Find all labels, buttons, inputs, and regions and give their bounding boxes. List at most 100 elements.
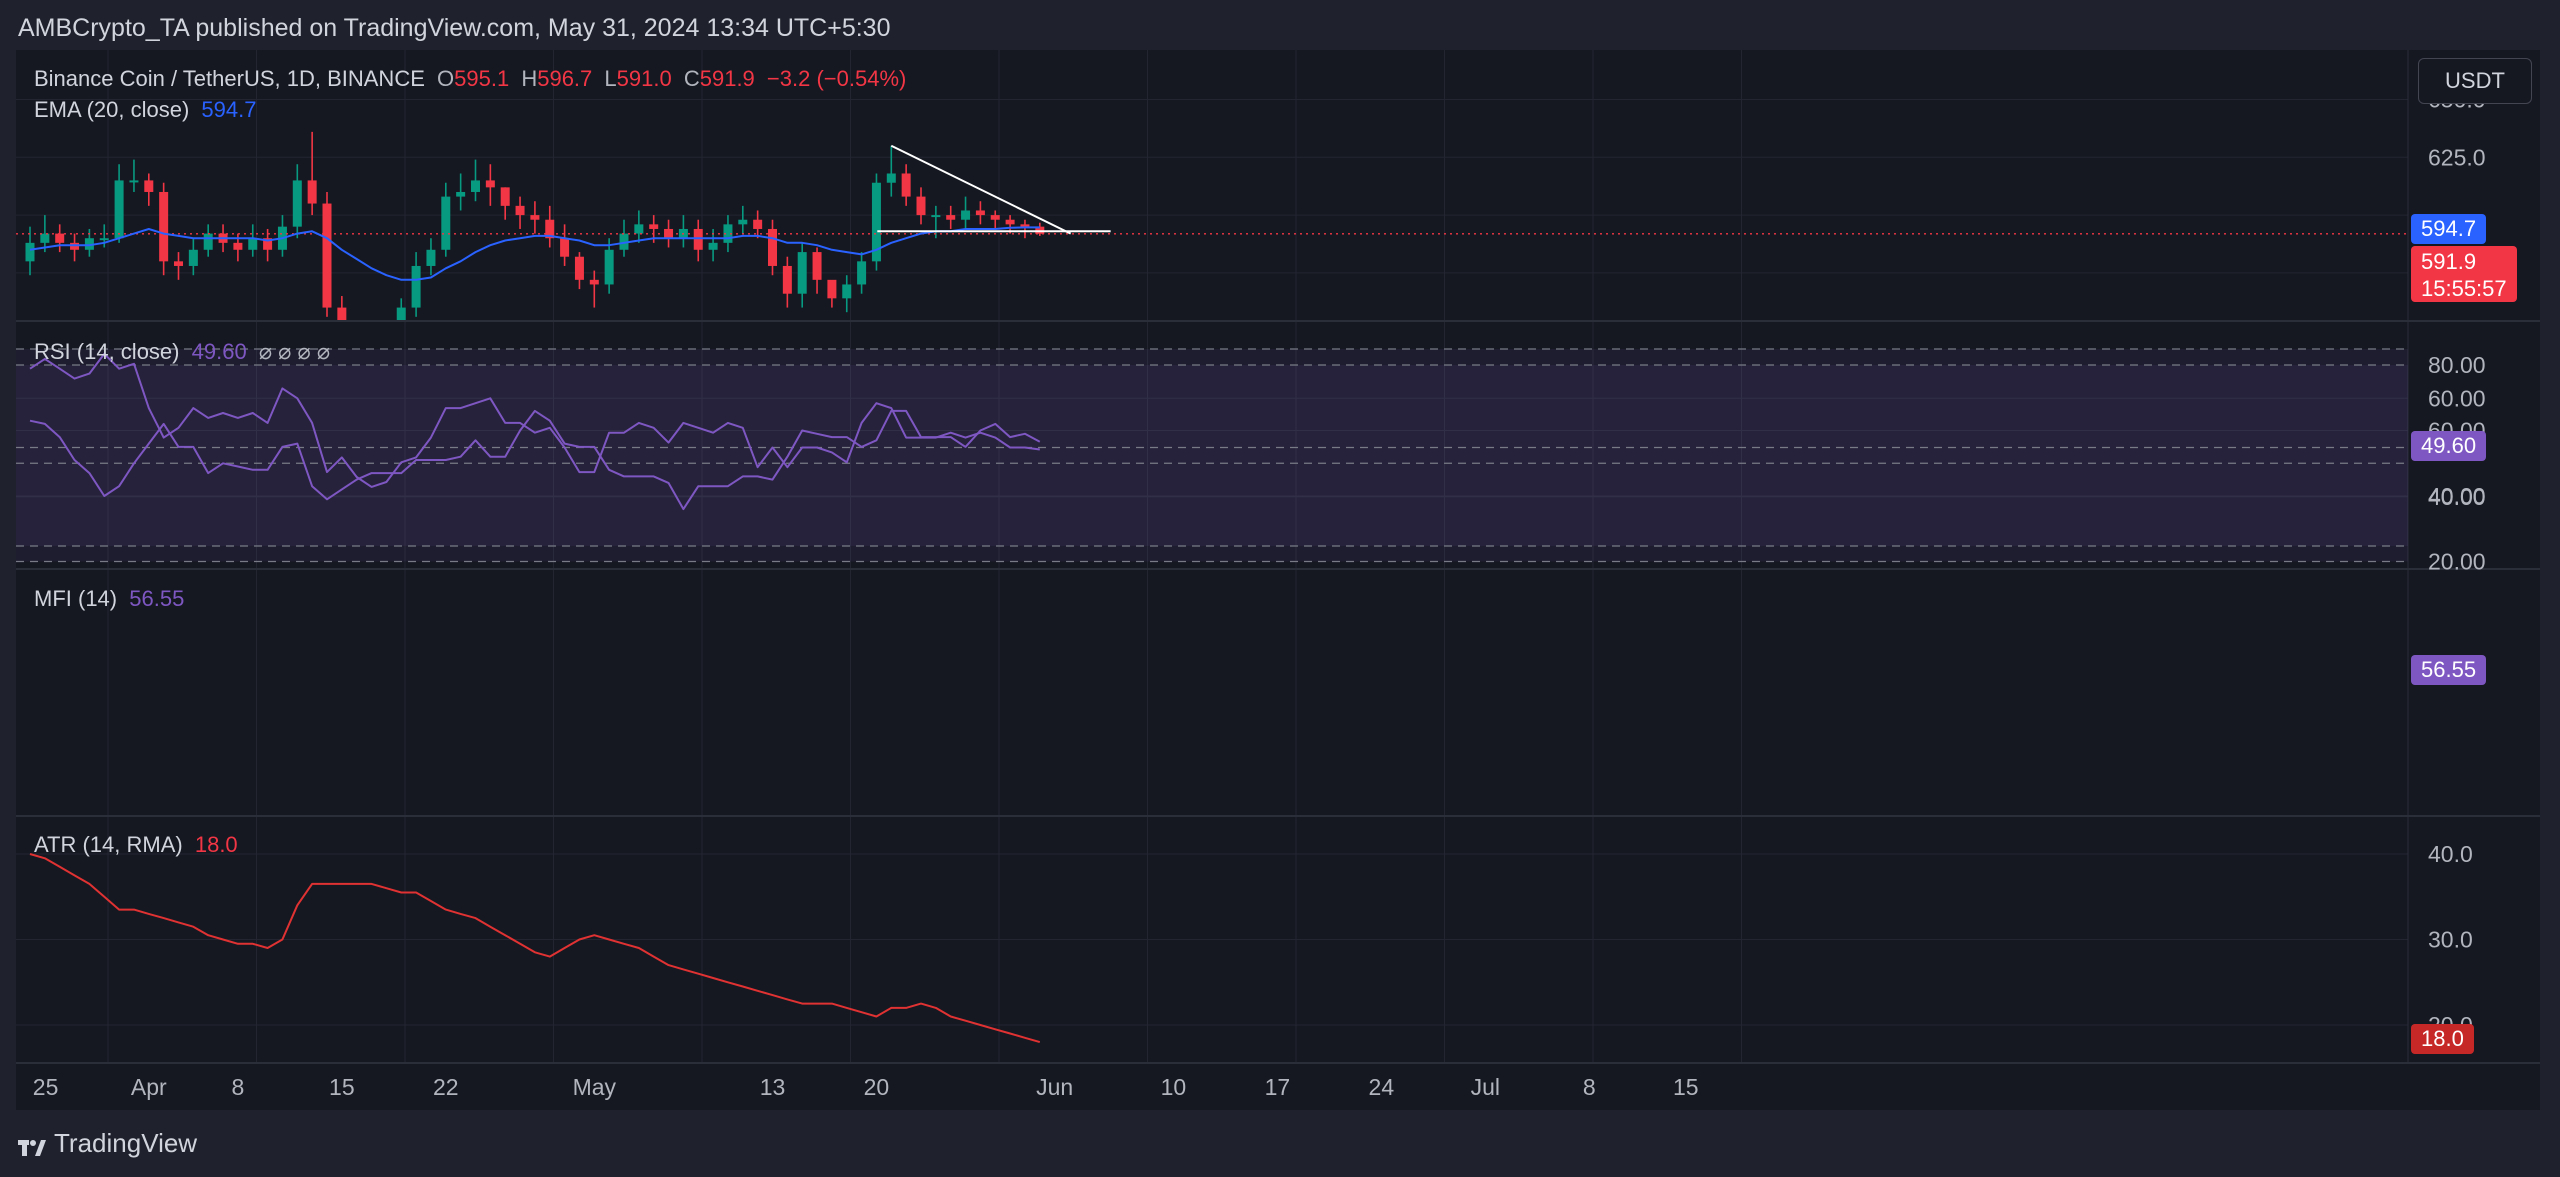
close-label: C [683, 66, 700, 91]
candle-body [1020, 224, 1030, 227]
close-value: 591.9 [699, 66, 755, 91]
tradingview-logo-icon [18, 1134, 46, 1156]
candle-body [174, 261, 183, 266]
price-legend: Binance Coin / TetherUS, 1D, BINANCE O59… [34, 66, 912, 92]
mfi-tick: 80.00 [2428, 352, 2486, 378]
candle-body [812, 252, 822, 280]
date-tick: 22 [433, 1074, 459, 1100]
candle-body [114, 180, 124, 239]
candle-body [55, 233, 65, 243]
mfi-label: MFI (14) [34, 586, 118, 611]
ema-legend[interactable]: EMA (20, close) 594.7 [34, 97, 262, 123]
date-tick: 13 [760, 1074, 786, 1100]
candle-body [307, 180, 317, 204]
currency-button[interactable]: USDT [2418, 58, 2532, 104]
candle-body [500, 187, 510, 206]
publisher-header: AMBCrypto_TA published on TradingView.co… [18, 14, 891, 42]
candle-body [248, 238, 258, 250]
candle-body [931, 215, 941, 218]
candle-body [946, 215, 956, 220]
candle-body [738, 219, 748, 225]
candle-body [693, 228, 703, 250]
rsi-tag: 49.60 [2411, 431, 2487, 461]
candle-body [441, 196, 451, 250]
candle-body [990, 215, 1000, 220]
candle-body [782, 265, 792, 294]
candle-body [233, 242, 243, 250]
candle-body [842, 284, 852, 299]
date-tick: 24 [1369, 1074, 1395, 1100]
rsi-value: 49.60 [191, 339, 247, 364]
date-tick: 8 [1583, 1074, 1596, 1100]
candle-body [797, 252, 807, 294]
date-tick: Jun [1036, 1074, 1073, 1100]
candle-body [530, 215, 540, 220]
date-tick: 10 [1161, 1074, 1187, 1100]
date-tick: 15 [329, 1074, 355, 1100]
date-tick: 20 [864, 1074, 890, 1100]
date-tick: Apr [131, 1074, 167, 1100]
chart-area[interactable]: 650.0625.0575.060.0040.0080.0060.0040.00… [16, 50, 2540, 1110]
mfi-value: 56.55 [129, 586, 185, 611]
atr-label: ATR (14, RMA) [34, 832, 183, 857]
footer-brand-text: TradingView [54, 1128, 198, 1158]
date-tick: 15 [1673, 1074, 1699, 1100]
rsi-extra-values: ⌀ ⌀ ⌀ ⌀ [258, 339, 331, 364]
footer-brand[interactable]: TradingView [18, 1128, 197, 1159]
candle-body [99, 238, 109, 241]
chart-canvas[interactable]: 650.0625.0575.060.0040.0080.0060.0040.00… [16, 50, 2540, 1110]
open-label: O [437, 66, 455, 91]
candle-body [203, 233, 213, 250]
last-price-tag: 591.9 15:55:57 [2411, 246, 2517, 302]
high-value: 596.7 [537, 66, 593, 91]
candle-body [456, 191, 466, 197]
atr-value: 18.0 [194, 832, 238, 857]
open-value: 595.1 [454, 66, 510, 91]
ema-price-tag: 594.7 [2411, 214, 2487, 244]
date-tick: May [573, 1074, 617, 1100]
atr-legend[interactable]: ATR (14, RMA) 18.0 [34, 832, 244, 858]
date-tick: Jul [1471, 1074, 1500, 1100]
rsi-tick: 60.00 [2428, 385, 2486, 411]
candle-body [322, 203, 332, 308]
candle-body [857, 261, 867, 285]
candle-body [426, 249, 436, 266]
candle-body [25, 242, 35, 262]
bar-countdown: 15:55:57 [2421, 276, 2507, 301]
candle-body [589, 279, 599, 285]
candle-body [604, 249, 614, 285]
candle-body [159, 191, 169, 262]
candle-body [144, 180, 154, 192]
rsi-legend[interactable]: RSI (14, close) 49.60 ⌀ ⌀ ⌀ ⌀ [34, 339, 336, 365]
candle-body [961, 210, 971, 220]
low-value: 591.0 [616, 66, 672, 91]
candle-body [292, 180, 302, 227]
candle-body [574, 256, 584, 280]
mfi-tag: 56.55 [2411, 655, 2487, 685]
candle-body [1005, 219, 1015, 225]
price-series [16, 131, 2408, 320]
symbol-title[interactable]: Binance Coin / TetherUS, 1D, BINANCE [34, 66, 425, 91]
candle-body [901, 173, 911, 197]
date-tick: 17 [1265, 1074, 1291, 1100]
atr-tick: 30.0 [2428, 927, 2473, 953]
atr-tag: 18.0 [2411, 1024, 2474, 1054]
candle-body [485, 180, 495, 188]
candle-body [649, 224, 659, 229]
candle-body [634, 224, 644, 234]
candle-body [337, 307, 347, 320]
candle-body [411, 265, 421, 308]
rsi-label: RSI (14, close) [34, 339, 180, 364]
mfi-tick: 20.00 [2428, 549, 2486, 575]
candle-body [753, 219, 763, 229]
mfi-legend[interactable]: MFI (14) 56.55 [34, 586, 190, 612]
candle-body [560, 238, 570, 257]
change-value: −3.2 (−0.54%) [766, 66, 907, 91]
mfi-tick: 40.00 [2428, 483, 2486, 509]
atr-line [29, 853, 1041, 1044]
atr-tick: 40.0 [2428, 841, 2473, 867]
low-label: L [604, 66, 617, 91]
date-tick: 25 [33, 1074, 59, 1100]
candle-body [708, 242, 718, 250]
candle-body [916, 196, 926, 216]
